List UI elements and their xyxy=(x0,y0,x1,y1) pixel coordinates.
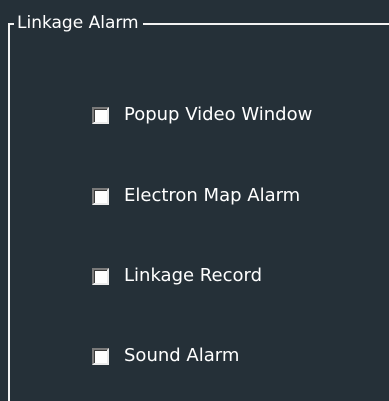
electron-map-alarm-label: Electron Map Alarm xyxy=(124,185,301,206)
popup-video-window-option[interactable]: Popup Video Window xyxy=(92,102,312,128)
linkage-record-checkbox[interactable] xyxy=(92,267,109,285)
popup-video-window-label: Popup Video Window xyxy=(124,104,313,125)
sound-alarm-option[interactable]: Sound Alarm xyxy=(92,343,239,369)
linkage-record-option[interactable]: Linkage Record xyxy=(92,263,262,289)
sound-alarm-label: Sound Alarm xyxy=(124,345,240,366)
popup-video-window-checkbox[interactable] xyxy=(92,106,109,124)
electron-map-alarm-checkbox[interactable] xyxy=(92,187,109,205)
linkage-record-label: Linkage Record xyxy=(124,265,262,286)
electron-map-alarm-option[interactable]: Electron Map Alarm xyxy=(92,183,300,209)
sound-alarm-checkbox[interactable] xyxy=(92,347,109,365)
linkage-alarm-panel: Linkage Alarm Popup Video Window Electro… xyxy=(0,0,389,401)
group-title: Linkage Alarm xyxy=(14,11,143,35)
